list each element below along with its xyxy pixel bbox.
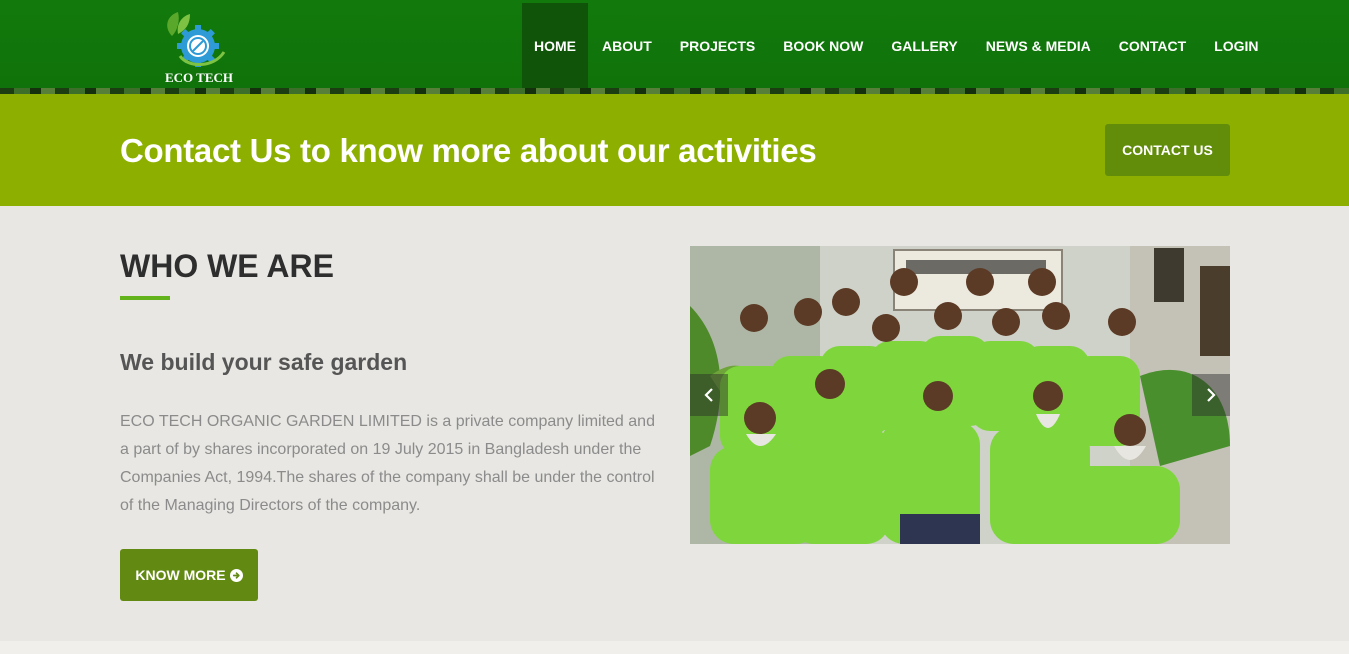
know-more-button[interactable]: KNOW MORE — [120, 549, 258, 601]
nav-item-book-now[interactable]: BOOK NOW — [769, 3, 877, 88]
banner-title: Contact Us to know more about our activi… — [120, 132, 817, 169]
slider-next-button[interactable] — [1192, 374, 1230, 416]
contact-us-button[interactable]: CONTACT US — [1105, 124, 1230, 176]
know-more-label: KNOW MORE — [135, 567, 226, 583]
about-description: ECO TECH ORGANIC GARDEN LIMITED is a pri… — [120, 413, 655, 514]
nav-item-news-media[interactable]: NEWS & MEDIA — [972, 3, 1105, 88]
arrow-circle-right-icon — [229, 568, 243, 582]
nav-item-login[interactable]: LOGIN — [1200, 3, 1272, 88]
nav-item-gallery[interactable]: GALLERY — [877, 3, 971, 88]
next-section-edge — [0, 641, 1349, 654]
title-underline — [120, 296, 170, 300]
chevron-right-icon — [1207, 388, 1216, 402]
nav-item-contact[interactable]: CONTACT — [1105, 3, 1200, 88]
gear-leaf-logo-icon — [167, 12, 226, 67]
brand-name: ECO TECH — [164, 70, 234, 85]
main-nav: HOME ABOUT PROJECTS BOOK NOW GALLERY NEW… — [522, 3, 1272, 88]
site-header: ECO TECH HOME ABOUT PROJECTS BOOK NOW GA… — [0, 0, 1349, 92]
contact-banner: Contact Us to know more about our activi… — [0, 94, 1349, 206]
nav-item-home[interactable]: HOME — [522, 3, 588, 88]
section-title: WHO WE ARE — [120, 248, 334, 284]
nav-item-projects[interactable]: PROJECTS — [666, 3, 769, 88]
brand-logo[interactable]: ECO TECH — [158, 6, 240, 88]
section-subtitle: We build your safe garden — [120, 349, 408, 375]
team-photo-slider[interactable] — [690, 246, 1230, 544]
team-photo — [690, 246, 1230, 544]
slider-prev-button[interactable] — [690, 374, 728, 416]
chevron-left-icon — [704, 388, 713, 402]
nav-item-about[interactable]: ABOUT — [588, 3, 666, 88]
